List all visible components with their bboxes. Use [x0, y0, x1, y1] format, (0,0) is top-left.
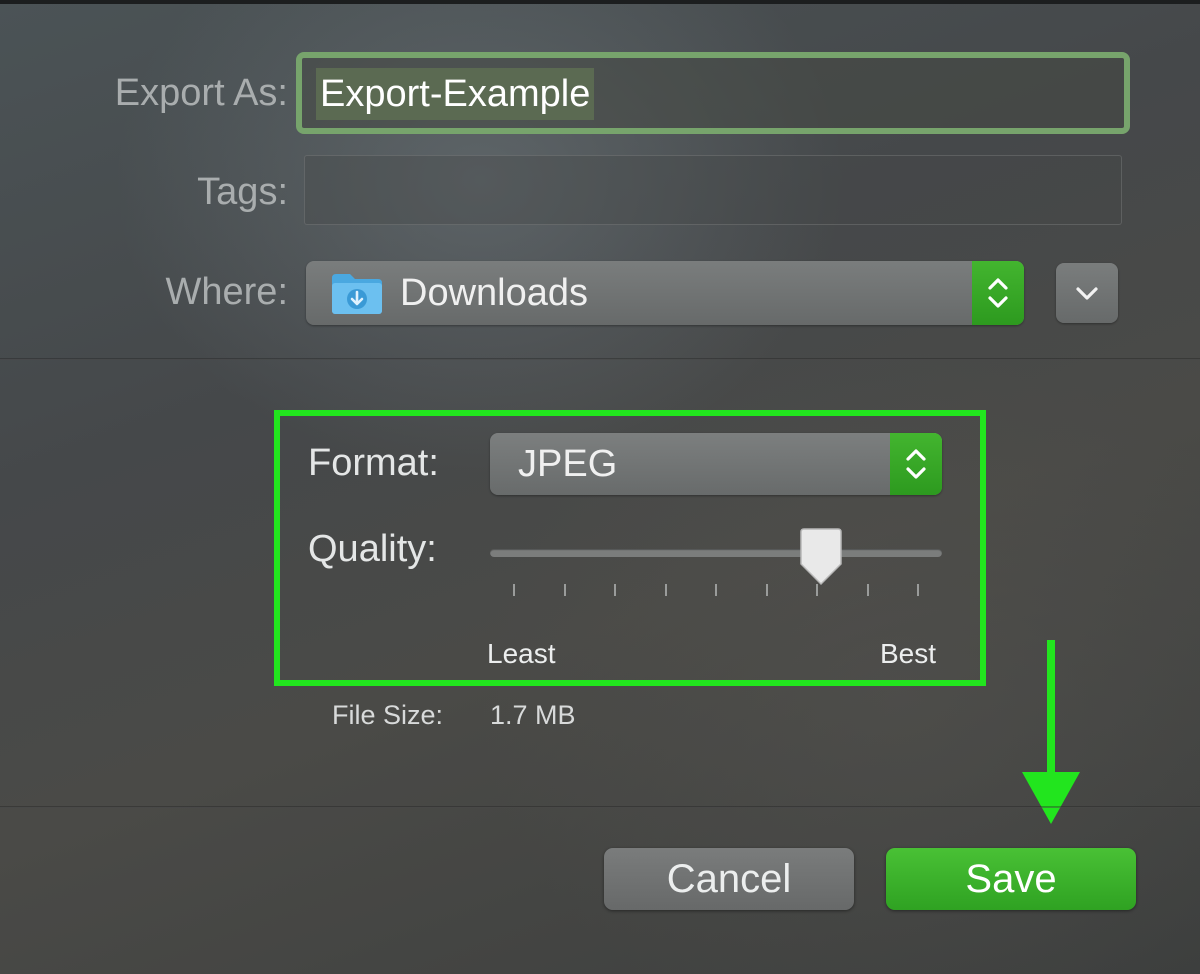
tags-field[interactable] — [304, 155, 1122, 225]
annotation-arrow-icon — [1022, 640, 1080, 824]
file-size-label: File Size: — [332, 700, 444, 730]
chevron-down-icon — [1076, 287, 1098, 300]
where-popup-stepper[interactable] — [972, 261, 1024, 325]
slider-tick — [866, 584, 869, 596]
slider-tick — [563, 584, 566, 596]
export-as-value[interactable]: Export-Example — [316, 68, 595, 120]
section-divider — [0, 806, 1200, 808]
export-as-field[interactable]: Export-Example — [296, 52, 1130, 134]
expand-browser-button[interactable] — [1056, 263, 1118, 323]
slider-tick — [513, 584, 515, 596]
window-top-edge — [0, 0, 1200, 4]
slider-tick — [765, 584, 768, 596]
downloads-folder-icon — [332, 274, 382, 314]
format-select[interactable]: JPEG — [490, 433, 942, 495]
save-button[interactable]: Save — [886, 848, 1136, 910]
up-down-chevron-icon — [906, 449, 926, 479]
where-label: Where: — [165, 271, 288, 313]
slider-track[interactable] — [490, 549, 942, 557]
export-as-label: Export As: — [114, 72, 288, 114]
tags-label: Tags: — [197, 171, 288, 213]
quality-max-label: Best — [880, 638, 937, 669]
up-down-chevron-icon — [988, 278, 1008, 308]
format-label: Format: — [308, 442, 439, 484]
slider-tick — [715, 584, 717, 596]
file-size-value: 1.7 MB — [490, 700, 576, 730]
format-value: JPEG — [518, 443, 618, 485]
export-dialog: Export As: Export-Example Tags: Where: D… — [0, 0, 1200, 974]
slider-thumb[interactable] — [795, 528, 847, 586]
slider-tick — [917, 584, 919, 596]
slider-tick — [664, 584, 667, 596]
where-value: Downloads — [400, 272, 588, 314]
cancel-button[interactable]: Cancel — [604, 848, 854, 910]
quality-slider[interactable] — [490, 528, 942, 598]
quality-label: Quality: — [308, 528, 437, 570]
section-divider — [0, 358, 1200, 360]
slider-tick — [614, 584, 616, 596]
format-popup-stepper[interactable] — [890, 433, 942, 495]
quality-min-label: Least — [487, 638, 556, 669]
where-select[interactable]: Downloads — [306, 261, 1024, 325]
